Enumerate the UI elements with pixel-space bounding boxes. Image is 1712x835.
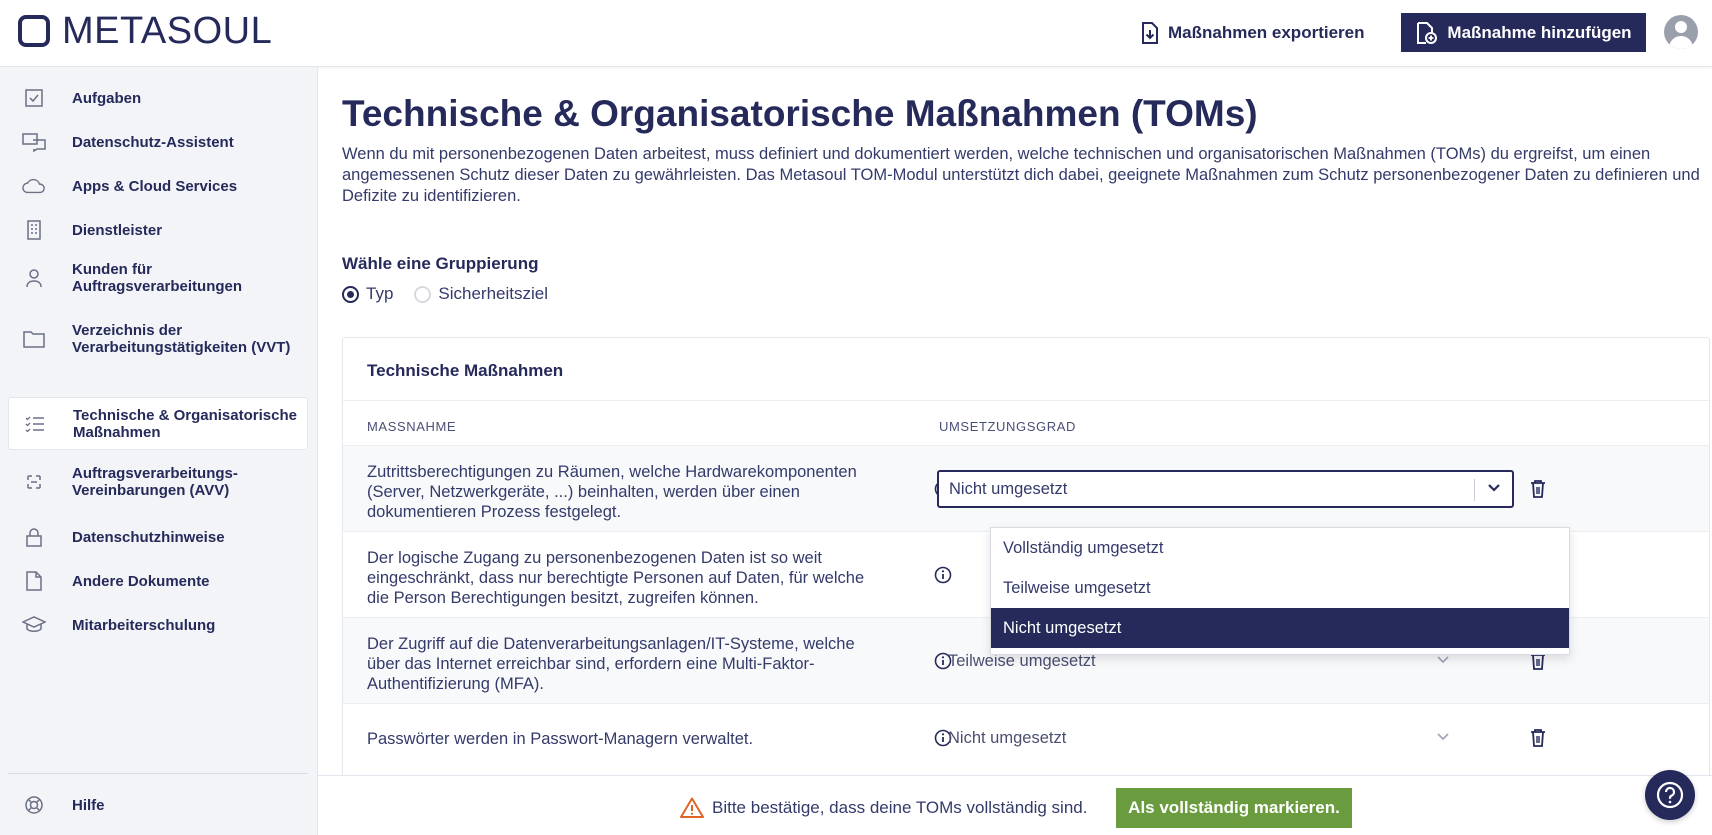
dropdown-option[interactable]: Vollständig umgesetzt: [991, 528, 1569, 568]
sidebar-item-label: Technische & Organisatorische Maßnahmen: [73, 406, 297, 441]
dropdown-option-selected[interactable]: Nicht umgesetzt: [991, 608, 1569, 648]
delete-icon[interactable]: [1529, 728, 1547, 748]
question-icon: [1656, 781, 1684, 809]
sidebar-item-label: Andere Dokumente: [72, 572, 210, 590]
page-title: Technische & Organisatorische Maßnahmen …: [342, 93, 1258, 134]
sidebar-item-label: Datenschutzhinweise: [72, 528, 225, 546]
sidebar-item-toms[interactable]: Technische & Organisatorische Maßnahmen: [8, 397, 308, 450]
sidebar-item-label: Kunden für Auftragsverarbeitungen: [72, 261, 243, 295]
radio-typ-label[interactable]: Typ: [366, 284, 393, 304]
measure-text: Zutrittsberechtigungen zu Räumen, welche…: [367, 463, 857, 521]
status-select-value: Nicht umgesetzt: [948, 728, 1067, 747]
building-icon: [22, 218, 46, 242]
grouping-label: Wähle eine Gruppierung: [342, 254, 539, 273]
sidebar-item-dienstleister[interactable]: Dienstleister: [8, 209, 308, 251]
delete-icon[interactable]: [1529, 479, 1547, 499]
chevron-down-icon: [1437, 733, 1449, 741]
sidebar-item-mitarbeiterschulung[interactable]: Mitarbeiterschulung: [8, 605, 308, 645]
folder-icon: [22, 327, 46, 351]
help-button[interactable]: [1645, 770, 1695, 820]
sidebar-item-hilfe[interactable]: Hilfe: [8, 785, 308, 825]
warning-icon: [680, 797, 704, 818]
sidebar-item-label: Mitarbeiterschulung: [72, 616, 216, 634]
sidebar-item-apps-cloud[interactable]: Apps & Cloud Services: [8, 165, 308, 207]
table-row: Zutrittsberechtigungen zu Räumen, welche…: [343, 445, 1709, 531]
column-header-measure: MASSNAHME: [367, 419, 457, 434]
user-avatar[interactable]: [1664, 15, 1698, 49]
dropdown-option[interactable]: Teilweise umgesetzt: [991, 568, 1569, 608]
measure-text: Der logische Zugang zu personenbezogenen…: [367, 549, 865, 607]
cloud-icon: [22, 174, 46, 198]
sidebar-item-kunden[interactable]: Kunden für Auftragsverarbeitungen: [8, 253, 308, 303]
top-bar: METASOUL Maßnahmen exportieren Maßnahme …: [0, 0, 1712, 67]
radio-typ[interactable]: [342, 285, 359, 303]
assistant-icon: [22, 130, 46, 154]
status-dropdown-list: Vollständig umgesetzt Teilweise umgesetz…: [990, 527, 1570, 655]
file-download-icon: [1142, 22, 1158, 44]
document-icon: [22, 569, 46, 593]
export-measures-button[interactable]: Maßnahmen exportieren: [1140, 16, 1365, 50]
page-description: Wenn du mit personenbezogenen Daten arbe…: [342, 145, 1700, 205]
file-add-icon: [1417, 21, 1438, 44]
sidebar-item-datenschutzhinweise[interactable]: Datenschutzhinweise: [8, 517, 308, 557]
lifebuoy-icon: [22, 793, 46, 817]
completion-warning: Bitte bestätige, dass deine TOMs vollstä…: [680, 797, 1087, 818]
sidebar-divider: [8, 773, 308, 774]
sidebar-item-label: Hilfe: [72, 796, 105, 814]
status-select[interactable]: Nicht umgesetzt: [937, 719, 1467, 757]
brand-logo[interactable]: METASOUL: [18, 10, 273, 52]
sidebar-item-datenschutz-assistent[interactable]: Datenschutz-Assistent: [8, 121, 308, 163]
mark-complete-button[interactable]: Als vollständig markieren.: [1116, 788, 1352, 828]
sidebar: Aufgaben Datenschutz-Assistent Apps & Cl…: [0, 67, 318, 835]
sidebar-item-andere-dokumente[interactable]: Andere Dokumente: [8, 561, 308, 601]
brand-name: METASOUL: [62, 10, 273, 52]
lock-icon: [22, 525, 46, 549]
measure-text: Der Zugriff auf die Datenverarbeitungsan…: [367, 635, 855, 693]
export-measures-label: Maßnahmen exportieren: [1168, 23, 1365, 42]
sidebar-item-avv[interactable]: Auftragsverarbeitungs- Vereinbarungen (A…: [8, 456, 308, 508]
person-icon: [22, 266, 46, 290]
sidebar-item-label: Aufgaben: [72, 89, 142, 107]
bottom-bar: Bitte bestätige, dass deine TOMs vollstä…: [318, 775, 1712, 835]
sidebar-item-label: Auftragsverarbeitungs- Vereinbarungen (A…: [72, 465, 238, 499]
measure-text: Passwörter werden in Passwort-Managern v…: [367, 730, 754, 748]
card-title: Technische Maßnahmen: [367, 361, 564, 380]
status-select-value: Nicht umgesetzt: [949, 479, 1068, 498]
graduation-cap-icon: [22, 613, 46, 637]
column-header-status: UMSETZUNGSGRAD: [939, 419, 1076, 434]
radio-sicherheitsziel[interactable]: [414, 285, 432, 303]
sidebar-item-label: Apps & Cloud Services: [72, 177, 238, 195]
checklist-icon: [23, 412, 47, 436]
table-row: Passwörter werden in Passwort-Managern v…: [343, 703, 1709, 775]
chevron-down-icon: [1488, 484, 1500, 492]
checkbox-icon: [22, 86, 46, 110]
sidebar-item-aufgaben[interactable]: Aufgaben: [8, 77, 308, 119]
sidebar-item-label: Datenschutz-Assistent: [72, 133, 234, 151]
main-content: Technische & Organisatorische Maßnahmen …: [318, 67, 1712, 775]
sidebar-item-vvt[interactable]: Verzeichnis der Verarbeitungstätigkeiten…: [8, 313, 308, 365]
status-select-open[interactable]: Nicht umgesetzt: [937, 470, 1514, 508]
sidebar-item-label: Verzeichnis der Verarbeitungstätigkeiten…: [72, 322, 291, 356]
add-measure-button[interactable]: Maßnahme hinzufügen: [1401, 13, 1646, 52]
sidebar-item-label: Dienstleister: [72, 221, 163, 239]
chevron-down-icon: [1437, 656, 1449, 664]
logo-mark-icon: [18, 15, 50, 47]
warning-text: Bitte bestätige, dass deine TOMs vollstä…: [712, 797, 1088, 817]
info-icon[interactable]: [934, 566, 952, 584]
add-measure-label: Maßnahme hinzufügen: [1447, 22, 1632, 42]
radio-sicherheitsziel-label[interactable]: Sicherheitsziel: [438, 284, 548, 304]
grouping-radio-group: Typ Sicherheitsziel: [342, 284, 548, 304]
contract-icon: [22, 470, 46, 494]
